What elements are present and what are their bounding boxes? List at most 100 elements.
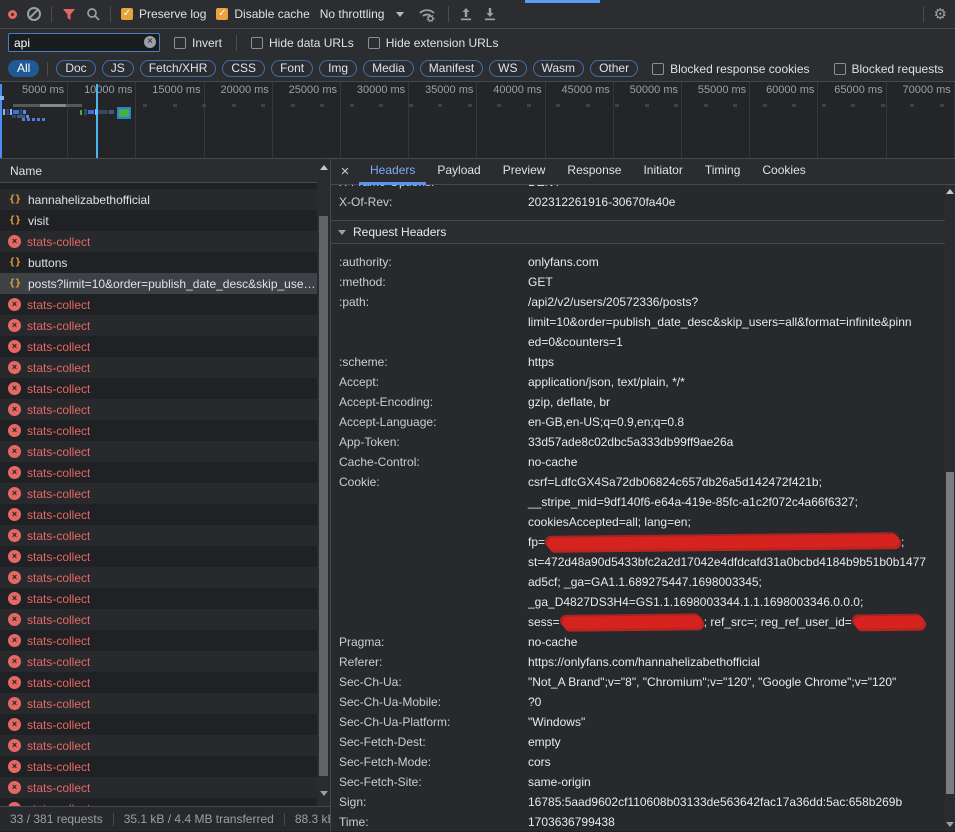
request-headers-section-header[interactable]: Request Headers xyxy=(331,221,945,244)
request-row[interactable]: ×stats-collect xyxy=(0,231,317,252)
scroll-down-icon[interactable] xyxy=(320,791,328,796)
filter-pill-img[interactable]: Img xyxy=(319,60,357,77)
request-row[interactable]: ×stats-collect xyxy=(0,756,317,777)
filter-pill-doc[interactable]: Doc xyxy=(56,60,95,77)
hide-data-urls-checkbox[interactable]: Hide data URLs xyxy=(251,36,354,50)
request-row[interactable]: {}hannahelizabethofficial xyxy=(0,189,317,210)
filter-pill-other[interactable]: Other xyxy=(590,60,638,77)
search-icon[interactable] xyxy=(86,7,100,21)
tab-payload[interactable]: Payload xyxy=(426,159,491,185)
requests-scrollbar[interactable] xyxy=(317,159,330,806)
timeline-faint-tick xyxy=(291,104,295,107)
filter-pill-ws[interactable]: WS xyxy=(489,60,526,77)
header-value-line: _ga_D4827DS3H4=GS1.1.1698003344.1.1.1698… xyxy=(528,592,926,612)
request-row[interactable]: ×stats-collect xyxy=(0,735,317,756)
scrollbar-thumb[interactable] xyxy=(946,472,954,794)
top-blue-strip xyxy=(525,0,600,3)
tab-response[interactable]: Response xyxy=(556,159,632,185)
request-row[interactable]: {}visit xyxy=(0,210,317,231)
request-row[interactable]: ×stats-collect xyxy=(0,672,317,693)
filter-icon[interactable] xyxy=(62,8,76,21)
request-row[interactable]: ×stats-collect xyxy=(0,504,317,525)
request-failed-icon: × xyxy=(8,340,21,353)
filter-pill-manifest[interactable]: Manifest xyxy=(420,60,483,77)
network-overview-timeline[interactable]: 5000 ms10000 ms15000 ms20000 ms25000 ms3… xyxy=(0,82,955,159)
scroll-up-icon[interactable] xyxy=(320,165,328,170)
tab-preview[interactable]: Preview xyxy=(492,159,557,185)
waterfall-bar xyxy=(3,109,5,115)
request-row[interactable]: ×stats-collect xyxy=(0,714,317,735)
request-name: stats-collect xyxy=(27,697,90,711)
blocked-requests-checkbox[interactable]: Blocked requests xyxy=(834,62,944,76)
details-scrollbar[interactable] xyxy=(945,185,955,831)
request-row[interactable]: ×stats-collect xyxy=(0,525,317,546)
request-row[interactable]: {}buttons xyxy=(0,252,317,273)
preserve-log-checkbox[interactable]: Preserve log xyxy=(121,7,206,21)
timeline-faint-tick xyxy=(143,104,147,107)
header-value-line: en-GB,en-US;q=0.9,en;q=0.8 xyxy=(528,412,684,432)
header-value-line: "Not_A Brand";v="8", "Chromium";v="120",… xyxy=(528,672,896,692)
request-row[interactable]: ×stats-collect xyxy=(0,483,317,504)
request-row[interactable]: ×stats-collect xyxy=(0,336,317,357)
request-row[interactable]: ×stats-collect xyxy=(0,798,317,806)
request-row[interactable]: ×stats-collect xyxy=(0,777,317,798)
network-conditions-icon[interactable] xyxy=(418,7,438,22)
hide-extension-urls-checkbox[interactable]: Hide extension URLs xyxy=(368,36,499,50)
tab-headers[interactable]: Headers xyxy=(359,159,426,185)
filter-pill-all[interactable]: All xyxy=(8,60,39,77)
record-icon[interactable] xyxy=(8,10,17,19)
filter-pill-wasm[interactable]: Wasm xyxy=(533,60,585,77)
waterfall-bar xyxy=(109,110,114,114)
request-failed-icon: × xyxy=(8,361,21,374)
timeline-faint-tick xyxy=(910,104,914,107)
throttling-dropdown[interactable]: No throttling xyxy=(320,7,405,21)
request-row[interactable]: {}posts?limit=10&order=publish_date_desc… xyxy=(0,273,317,294)
name-column-header[interactable]: Name xyxy=(0,159,330,183)
request-row[interactable]: ×stats-collect xyxy=(0,462,317,483)
blocked-response-cookies-checkbox[interactable]: Blocked response cookies xyxy=(652,62,809,76)
request-row[interactable]: ×stats-collect xyxy=(0,693,317,714)
timeline-faint-tick xyxy=(320,104,324,107)
filter-search-input[interactable]: api × xyxy=(8,33,160,52)
clear-icon[interactable] xyxy=(27,7,41,21)
redaction-scribble xyxy=(547,534,899,550)
settings-gear-icon[interactable]: ⚙ xyxy=(934,7,947,22)
request-row[interactable]: ×stats-collect xyxy=(0,546,317,567)
request-row[interactable]: ×stats-collect xyxy=(0,420,317,441)
filter-pill-css[interactable]: CSS xyxy=(222,60,265,77)
request-row[interactable]: ×stats-collect xyxy=(0,567,317,588)
request-row[interactable]: ×stats-collect xyxy=(0,399,317,420)
scroll-up-icon[interactable] xyxy=(946,189,954,194)
request-name: stats-collect xyxy=(27,424,90,438)
filter-pill-font[interactable]: Font xyxy=(271,60,313,77)
invert-checkbox[interactable]: Invert xyxy=(174,36,222,50)
close-icon[interactable]: × xyxy=(331,163,359,180)
tab-timing[interactable]: Timing xyxy=(694,159,752,185)
request-row[interactable]: ×stats-collect xyxy=(0,609,317,630)
request-failed-icon: × xyxy=(8,298,21,311)
filter-pill-js[interactable]: JS xyxy=(102,60,134,77)
header-value-line: limit=10&order=publish_date_desc&skip_us… xyxy=(528,312,912,332)
header-value-line: ad5cf; _ga=GA1.1.689275447.1698003345; xyxy=(528,572,926,592)
scroll-down-icon[interactable] xyxy=(946,822,954,827)
header-row: Pragma:no-cache xyxy=(331,632,945,652)
header-value: cors xyxy=(528,752,551,772)
request-row[interactable]: ×stats-collect xyxy=(0,378,317,399)
header-value: 33d57ade8c02dbc5a333db99ff9ae26a xyxy=(528,432,733,452)
request-row[interactable]: ×stats-collect xyxy=(0,315,317,336)
export-har-icon[interactable] xyxy=(483,7,497,21)
request-row[interactable]: ×stats-collect xyxy=(0,294,317,315)
scrollbar-thumb[interactable] xyxy=(319,216,328,776)
tab-initiator[interactable]: Initiator xyxy=(632,159,693,185)
request-row[interactable]: ×stats-collect xyxy=(0,588,317,609)
disable-cache-checkbox[interactable]: Disable cache xyxy=(216,7,309,21)
request-row[interactable]: ×stats-collect xyxy=(0,441,317,462)
tab-cookies[interactable]: Cookies xyxy=(751,159,816,185)
request-row[interactable]: ×stats-collect xyxy=(0,630,317,651)
filter-pill-fetch-xhr[interactable]: Fetch/XHR xyxy=(140,60,217,77)
request-row[interactable]: ×stats-collect xyxy=(0,651,317,672)
request-row[interactable]: ×stats-collect xyxy=(0,357,317,378)
filter-pill-media[interactable]: Media xyxy=(363,60,414,77)
clear-search-icon[interactable]: × xyxy=(144,36,156,48)
import-har-icon[interactable] xyxy=(459,7,473,21)
